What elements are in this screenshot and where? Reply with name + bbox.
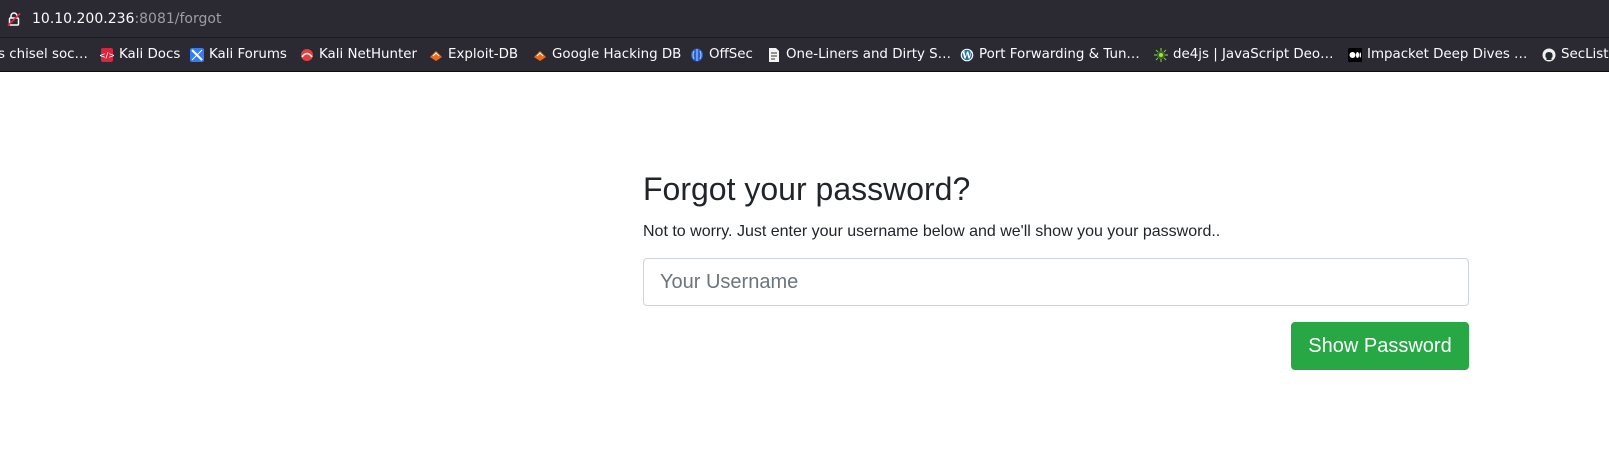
browser-url-bar[interactable]: 10.10.200.236:8081/forgot (0, 0, 1609, 38)
kali-docs-icon: </> (99, 48, 115, 62)
offsec-icon (690, 48, 704, 62)
page-content: Forgot your password? Not to worry. Just… (0, 72, 1609, 458)
bookmark-label: Port Forwarding & Tun… (979, 47, 1140, 62)
username-input[interactable] (643, 258, 1469, 306)
bookmark-label: SecList (1561, 47, 1609, 62)
bookmark-label: Kali NetHunter (319, 47, 417, 62)
bookmark-chisel[interactable]: s chisel soc… (0, 46, 88, 64)
bookmark-google-hacking-db[interactable]: Google Hacking DB (533, 46, 681, 64)
bookmark-label: de4js | JavaScript Deo… (1173, 47, 1334, 62)
bookmark-offsec[interactable]: OffSec (690, 46, 753, 64)
kali-forums-icon (190, 48, 204, 62)
url-host: 10.10.200.236 (32, 11, 135, 27)
bookmark-port-forwarding[interactable]: W Port Forwarding & Tun… (960, 46, 1140, 64)
bookmark-kali-forums[interactable]: Kali Forums (190, 46, 287, 64)
bookmark-label: OffSec (709, 47, 753, 62)
show-password-button[interactable]: Show Password (1291, 322, 1469, 370)
bookmark-de4js[interactable]: de4js | JavaScript Deo… (1154, 46, 1334, 64)
bookmark-label: Google Hacking DB (552, 47, 682, 62)
wordpress-icon: W (960, 48, 974, 62)
bookmark-kali-nethunter[interactable]: Kali NetHunter (300, 46, 417, 64)
bookmarks-toolbar: s chisel soc… </> Kali Docs Kali Forums … (0, 38, 1609, 72)
medium-icon (1348, 48, 1362, 62)
bookmark-label: Kali Forums (209, 47, 287, 62)
bookmark-label: Exploit-DB (448, 47, 519, 62)
insecure-lock-icon[interactable] (6, 11, 22, 27)
bookmark-seclist[interactable]: SecList (1542, 46, 1609, 64)
de4js-icon (1154, 48, 1168, 62)
bookmark-kali-docs[interactable]: </> Kali Docs (99, 46, 181, 64)
github-icon (1542, 48, 1556, 62)
page-subtitle: Not to worry. Just enter your username b… (643, 223, 1221, 240)
svg-text:W: W (961, 52, 973, 62)
bookmark-one-liners[interactable]: One-Liners and Dirty S… (767, 46, 951, 64)
bookmark-label: Impacket Deep Dives … (1367, 47, 1528, 62)
bookmark-label: Kali Docs (119, 47, 181, 62)
bookmark-exploit-db[interactable]: Exploit-DB (429, 46, 518, 64)
exploit-db-icon (429, 48, 443, 62)
kali-nethunter-icon (300, 48, 314, 62)
url-text[interactable]: 10.10.200.236:8081/forgot (32, 10, 221, 28)
document-icon (767, 48, 781, 62)
page-title: Forgot your password? (643, 171, 971, 207)
bookmark-label: One-Liners and Dirty S… (786, 47, 952, 62)
bookmark-label: s chisel soc… (0, 47, 88, 62)
url-path: :8081/forgot (134, 11, 222, 27)
svg-text:</>: </> (100, 51, 114, 60)
ghdb-icon (533, 48, 547, 62)
bookmark-impacket[interactable]: Impacket Deep Dives … (1348, 46, 1527, 64)
